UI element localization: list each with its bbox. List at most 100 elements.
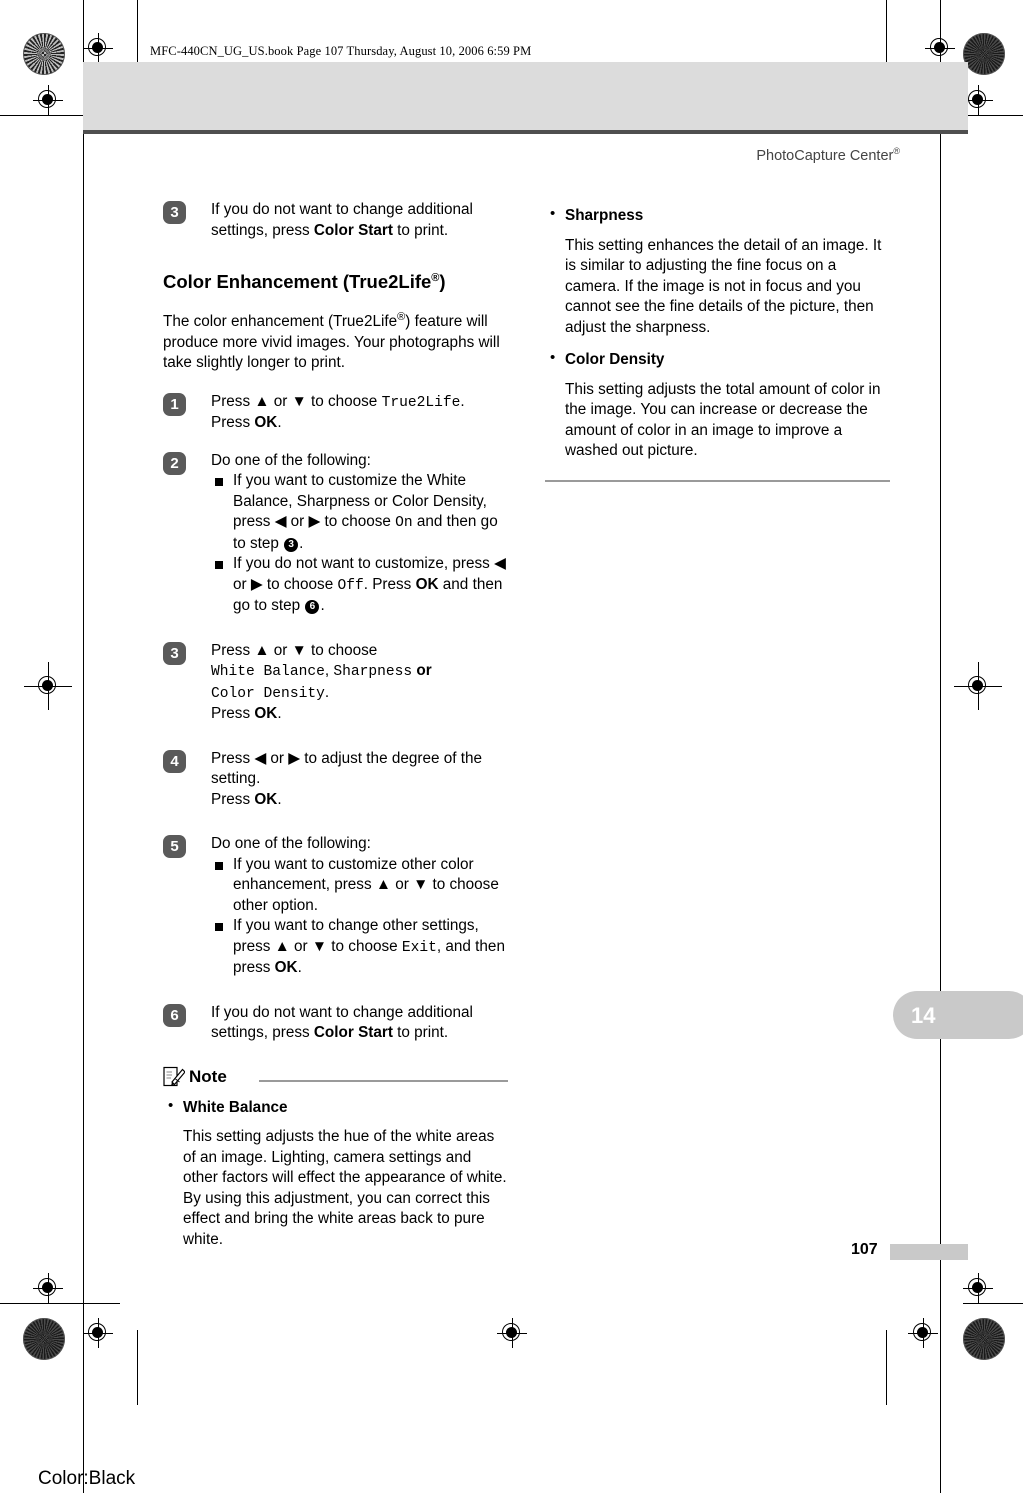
note-bullet-color-density: Color Density This setting adjusts the t… — [545, 349, 890, 462]
registration-crosshair-lower-right-inner — [963, 1273, 993, 1303]
registration-starburst-top-left — [23, 33, 65, 75]
step-text: If you do not want to change additional … — [211, 200, 508, 241]
folio-bar — [890, 1244, 968, 1260]
header-gray-band — [83, 62, 968, 134]
step-lead-text: Do one of the following: — [211, 451, 371, 469]
intro-text: The color enhancement (True2Life — [163, 313, 398, 331]
crop-line-right-vertical — [940, 0, 941, 1493]
step-badge: 3 — [163, 201, 186, 224]
section-heading: Color Enhancement (True2Life®) — [163, 267, 508, 293]
intro-paragraph: The color enhancement (True2Life®) featu… — [163, 307, 508, 374]
registration-crosshair-upper-left-inner — [33, 85, 63, 115]
registered-mark: ® — [893, 146, 900, 156]
trim-line-bottom-right — [963, 1303, 1023, 1304]
section-heading-text: Color Enhancement (True2Life — [163, 271, 432, 293]
step-text-part: or — [412, 662, 432, 680]
button-name-color-start: Color Start — [313, 221, 393, 239]
step-badge: 5 — [163, 835, 186, 859]
step-text-part: . — [460, 392, 465, 410]
step-badge: 4 — [163, 749, 186, 773]
step-badge: 6 — [163, 1003, 186, 1027]
step-text-part: to print. — [392, 1024, 449, 1042]
sub-bullet-item: If you want to customize the White Balan… — [211, 471, 508, 554]
right-column: Sharpness This setting enhances the deta… — [545, 200, 890, 482]
button-name-ok: OK — [254, 790, 278, 808]
registration-crosshair-bottom-center — [497, 1318, 527, 1348]
step-4: 4 Press ◀ or ▶ to adjust the degree of t… — [163, 749, 508, 811]
step-1: 1 Press ▲ or ▼ to choose True2Life. Pres… — [163, 392, 508, 434]
step-text-part: Press ◀ or ▶ to adjust the degree of the… — [211, 749, 482, 788]
trim-line-left-bottom — [137, 1330, 138, 1405]
note-bullet-title: White Balance — [183, 1098, 288, 1116]
lcd-value: White Balance — [211, 664, 325, 681]
inline-step-reference: 6 — [305, 600, 320, 615]
button-name-ok: OK — [254, 414, 278, 432]
note-header: Note — [163, 1066, 508, 1092]
step-text-part: . — [277, 414, 282, 432]
registration-crosshair-bottom-right — [908, 1318, 938, 1348]
note-end-divider — [545, 479, 890, 482]
running-head-title: PhotoCapture Center — [756, 147, 894, 164]
step-6: 6 If you do not want to change additiona… — [163, 1003, 508, 1044]
step-text-part: to print. — [392, 221, 449, 239]
step-5: 5 Do one of the following: If you want t… — [163, 834, 508, 979]
step-text-part: . — [277, 705, 282, 723]
note-title: Note — [189, 1066, 227, 1086]
step-text: Press ▲ or ▼ to choose White Balance, Sh… — [211, 641, 508, 725]
crop-line-left-vertical — [83, 0, 84, 1493]
trim-line-right-bottom — [886, 1330, 887, 1405]
note-bullet-white-balance: White Balance This setting adjusts the h… — [163, 1097, 508, 1251]
step-lead-text: Do one of the following: — [211, 835, 371, 853]
step-text-part: . — [324, 683, 330, 701]
step-3: 3 Press ▲ or ▼ to choose White Balance, … — [163, 641, 508, 725]
step-text: Press ◀ or ▶ to adjust the degree of the… — [211, 749, 508, 811]
step-2: 2 Do one of the following: If you want t… — [163, 451, 508, 617]
note-bullet-title: Sharpness — [565, 207, 644, 224]
note-bullet-sharpness: Sharpness This setting enhances the deta… — [545, 205, 890, 338]
sub-bullet-text: . — [297, 959, 302, 977]
file-header-text: MFC-440CN_UG_US.book Page 107 Thursday, … — [150, 44, 532, 58]
page-number: 107 — [851, 1241, 878, 1258]
step-text-part: Press — [211, 414, 255, 432]
sub-bullet-text: . — [299, 534, 304, 552]
lcd-value: True2Life — [381, 394, 461, 411]
button-name-ok: OK — [415, 575, 439, 593]
step-badge: 2 — [163, 451, 186, 475]
step-3-top: 3 If you do not want to change additiona… — [163, 200, 508, 241]
pencil-note-icon — [163, 1066, 185, 1086]
note-bullet-body: This setting adjusts the total amount of… — [565, 380, 881, 460]
step-badge: 1 — [163, 392, 186, 416]
lcd-value: On — [395, 515, 413, 532]
step-text-part: . — [277, 790, 282, 808]
sub-bullet-text: . Press — [363, 575, 416, 593]
registration-starburst-bottom-left — [23, 1318, 65, 1360]
registration-crosshair-mid-left — [24, 662, 72, 710]
registration-crosshair-top-right — [925, 33, 955, 63]
note-divider — [259, 1079, 508, 1082]
registration-starburst-bottom-right — [963, 1318, 1005, 1360]
registration-crosshair-bottom-left — [83, 1318, 113, 1348]
button-name-ok: OK — [274, 959, 298, 977]
registration-crosshair-top-left — [83, 33, 113, 63]
step-text-part: Press — [211, 705, 255, 723]
chapter-number: 14 — [911, 1003, 936, 1028]
lcd-value: Off — [337, 577, 364, 594]
step-text: If you do not want to change additional … — [211, 1003, 508, 1044]
note-block: Note White Balance This setting adjusts … — [163, 1066, 508, 1251]
lcd-value: Color Density — [211, 685, 325, 702]
button-name-ok: OK — [254, 705, 278, 723]
sub-bullet-item: If you want to customize other color enh… — [211, 855, 508, 917]
step-text-part: Press — [211, 790, 255, 808]
step-text: Press ▲ or ▼ to choose True2Life. Press … — [211, 392, 508, 434]
note-bullet-body: This setting enhances the detail of an i… — [565, 236, 882, 336]
trim-line-top-right — [963, 115, 1023, 116]
running-head: PhotoCapture Center® — [756, 146, 900, 164]
left-column: 3 If you do not want to change additiona… — [163, 200, 508, 1250]
color-separation-label: Color:Black — [38, 1468, 136, 1489]
step-badge: 3 — [163, 641, 186, 665]
sub-bullet-text: . — [320, 597, 325, 615]
inline-step-reference: 3 — [284, 537, 299, 552]
note-bullet-body: This setting adjusts the hue of the whit… — [183, 1128, 507, 1248]
registration-crosshair-mid-right — [954, 662, 1002, 710]
sub-bullet-item: If you want to change other settings, pr… — [211, 916, 508, 979]
